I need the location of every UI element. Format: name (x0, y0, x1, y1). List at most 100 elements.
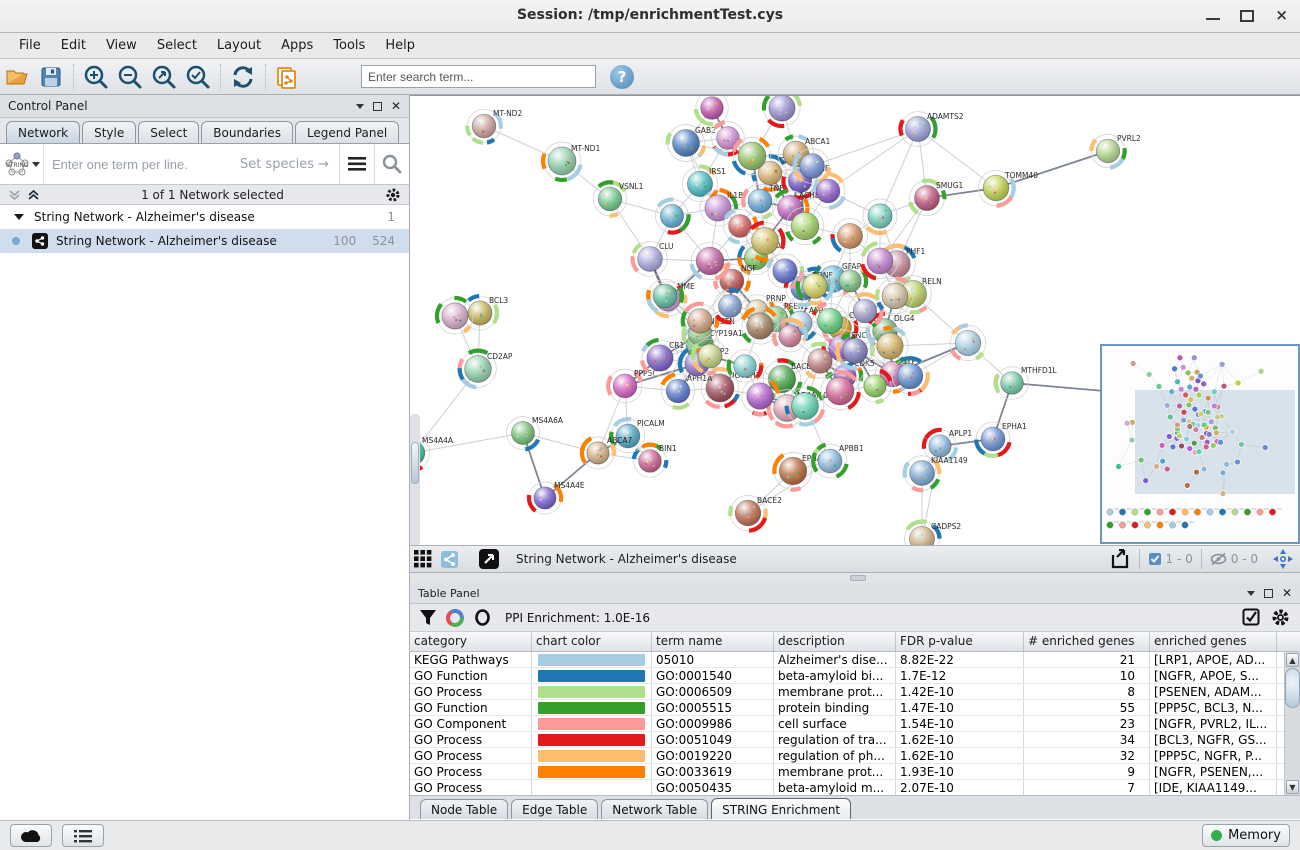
export-view-button[interactable] (1107, 547, 1133, 571)
network-row-selected[interactable]: String Network - Alzheimer's disease 100… (0, 229, 409, 253)
network-node-APBB1[interactable]: APBB1 (806, 437, 864, 485)
birds-eye-view[interactable] (1100, 344, 1300, 544)
table-row[interactable]: GO ProcessGO:0006509membrane prot...1.42… (410, 684, 1300, 700)
network-node[interactable] (757, 96, 808, 133)
open-in-string-button[interactable] (476, 547, 502, 571)
scroll-up-icon[interactable]: ▲ (1286, 653, 1299, 667)
network-node[interactable] (944, 319, 993, 368)
network-node-EPHA3[interactable]: EPHA3 (768, 446, 827, 495)
close-panel-icon[interactable]: ✕ (391, 102, 401, 111)
scrollbar-thumb[interactable] (411, 442, 419, 484)
column-header---enriched-genes[interactable]: # enriched genes (1024, 632, 1150, 651)
string-logo-button[interactable]: STRING (0, 144, 44, 184)
zoom-fit-button[interactable] (147, 62, 181, 92)
network-node-MS4A4E[interactable]: MS4A4E (523, 476, 585, 521)
tab-edge-table[interactable]: Edge Table (511, 799, 598, 819)
ring-chart-icon[interactable] (474, 609, 491, 626)
table-row[interactable]: GO ProcessGO:0050435beta-amyloid m...2.0… (410, 780, 1300, 795)
tab-network-table[interactable]: Network Table (601, 799, 708, 819)
scroll-down-icon[interactable]: ▼ (1286, 780, 1299, 794)
save-session-button[interactable] (34, 62, 68, 92)
table-row[interactable]: GO FunctionGO:0005515protein binding1.47… (410, 700, 1300, 716)
menu-file[interactable]: File (10, 35, 50, 56)
menu-select[interactable]: Select (148, 35, 206, 56)
network-node-ADAMTS2[interactable]: ADAMTS2 (893, 104, 963, 153)
network-node[interactable] (649, 193, 696, 240)
network-node-PPP5C[interactable]: PPP5C (602, 363, 658, 410)
string-query-input[interactable] (44, 157, 240, 172)
network-node-VSNL1[interactable]: VSNL1 (586, 175, 643, 222)
gear-icon[interactable] (385, 187, 401, 203)
network-node-CD2AP[interactable]: CD2AP (453, 344, 513, 395)
network-view[interactable]: MT-ND2 MT-ND1VSNL1 GAB2 ADAMTS2 PVRL2 TOMM40S… (410, 95, 1300, 545)
tab-select[interactable]: Select (138, 121, 199, 143)
open-session-button[interactable] (0, 62, 34, 92)
menu-help[interactable]: Help (376, 35, 424, 56)
divider-grip[interactable] (850, 575, 866, 581)
column-header-term-name[interactable]: term name (652, 632, 774, 651)
network-node-MS4A6A[interactable]: MS4A6A (500, 410, 564, 456)
zoom-out-button[interactable] (113, 62, 147, 92)
tree-expand-icon[interactable] (14, 214, 24, 220)
column-header-description[interactable]: description (774, 632, 896, 651)
tab-style[interactable]: Style (82, 121, 136, 143)
expand-all-icon[interactable] (27, 189, 40, 201)
table-vertical-scrollbar[interactable]: ▲ ▼ (1284, 652, 1300, 795)
menu-view[interactable]: View (97, 35, 146, 56)
grid-view-button[interactable] (410, 547, 436, 571)
chart-color-icon[interactable] (446, 609, 464, 627)
column-header-enriched-genes[interactable]: enriched genes (1150, 632, 1277, 651)
panel-divider[interactable] (410, 573, 1300, 583)
network-node-CLU[interactable]: CLU (625, 234, 674, 283)
scrollbar-thumb[interactable] (1285, 668, 1300, 708)
network-node[interactable] (691, 96, 732, 129)
zoom-in-button[interactable] (79, 62, 113, 92)
network-node[interactable] (858, 194, 903, 239)
column-header-category[interactable]: category (410, 632, 532, 651)
string-options-button[interactable] (339, 144, 374, 184)
network-vertical-scrollbar[interactable] (410, 414, 420, 545)
settings-gear-icon[interactable] (1271, 608, 1290, 627)
network-collection-row[interactable]: String Network - Alzheimer's disease 1 (0, 205, 409, 229)
tab-network[interactable]: Network (6, 121, 80, 143)
network-node[interactable] (641, 272, 689, 320)
network-node-MTHFD1L[interactable]: MTHFD1L (989, 360, 1057, 405)
table-row[interactable]: GO ProcessGO:0033619membrane prot...1.93… (410, 764, 1300, 780)
string-share-button[interactable] (436, 547, 462, 571)
network-node-KIAA1149[interactable]: KIAA1149 (898, 449, 968, 498)
network-node-SMUG1[interactable]: SMUG1 (903, 174, 963, 222)
network-node-CADPS2[interactable]: CADPS2 (897, 514, 961, 545)
navigator-button[interactable] (1270, 547, 1296, 571)
zoom-selected-button[interactable] (181, 62, 215, 92)
column-header-FDR-p-value[interactable]: FDR p-value (896, 632, 1024, 651)
collapse-all-icon[interactable] (8, 189, 21, 201)
minimize-icon[interactable] (1206, 10, 1220, 20)
menu-apps[interactable]: Apps (272, 35, 322, 56)
tab-node-table[interactable]: Node Table (420, 799, 508, 819)
network-node-TOMM40[interactable]: TOMM40 (972, 164, 1039, 213)
table-row[interactable]: GO ComponentGO:0009986cell surface1.54E-… (410, 716, 1300, 732)
column-header-chart-color[interactable]: chart color (532, 632, 652, 651)
table-row[interactable]: GO FunctionGO:0001540beta-amyloid bi...1… (410, 668, 1300, 684)
float-panel-icon[interactable] (373, 102, 382, 111)
table-row[interactable]: GO ProcessGO:0019220regulation of ph...1… (410, 748, 1300, 764)
close-panel-icon[interactable]: ✕ (1282, 589, 1292, 598)
tab-legend-panel[interactable]: Legend Panel (295, 121, 399, 143)
network-node-MT-ND2[interactable]: MT-ND2 (460, 102, 522, 149)
export-network-button[interactable] (271, 62, 305, 92)
tab-string-enrichment[interactable]: STRING Enrichment (711, 798, 851, 819)
network-node-PVRL2[interactable]: PVRL2 (1088, 131, 1141, 171)
cloud-button[interactable] (10, 824, 52, 847)
help-icon[interactable]: ? (610, 65, 634, 89)
network-node-BACE2[interactable]: BACE2 (726, 491, 782, 535)
select-all-checkbox-icon[interactable] (1242, 608, 1261, 627)
menu-tools[interactable]: Tools (324, 35, 374, 56)
search-input[interactable] (361, 65, 596, 88)
table-row[interactable]: KEGG Pathways05010Alzheimer's dise...8.8… (410, 652, 1300, 668)
memory-button[interactable]: Memory (1202, 824, 1290, 847)
tab-boundaries[interactable]: Boundaries (201, 121, 293, 143)
network-node-GAB2[interactable]: GAB2 (664, 121, 716, 165)
close-icon[interactable]: × (1275, 6, 1288, 24)
set-species-hint[interactable]: Set species → (240, 157, 339, 172)
network-node-MT-ND1[interactable]: MT-ND1 (537, 136, 600, 186)
